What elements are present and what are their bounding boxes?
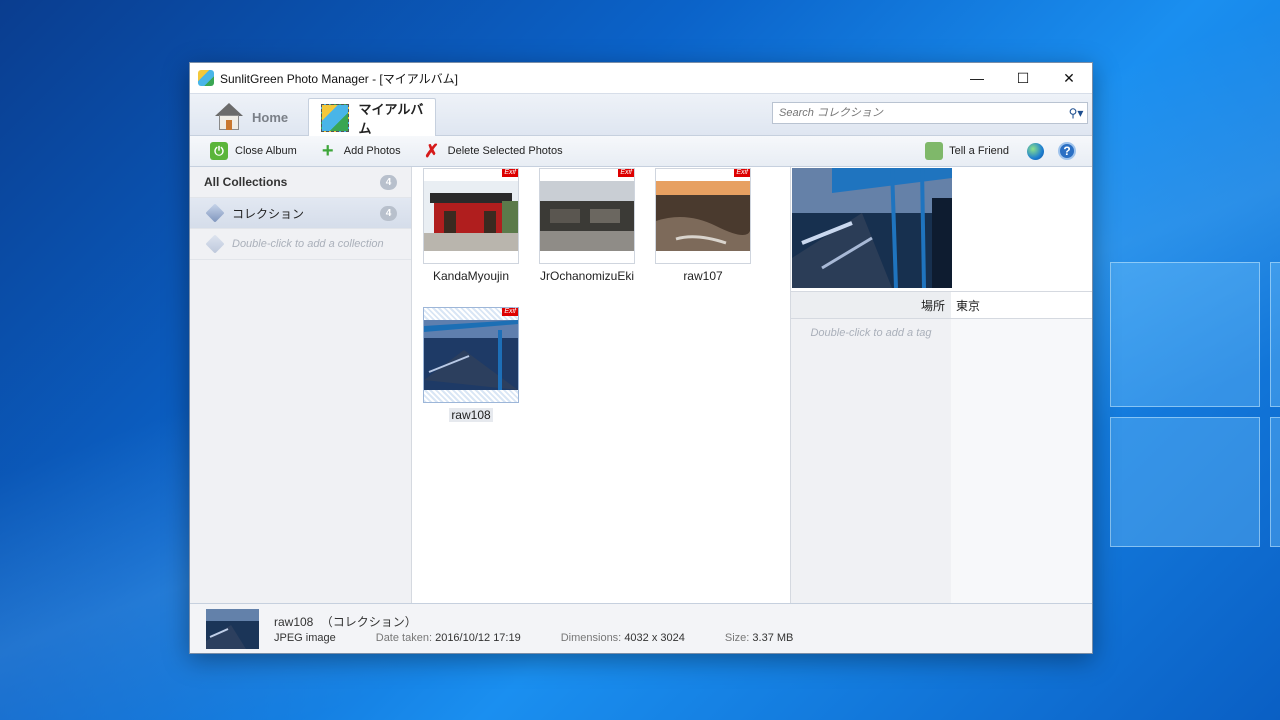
metadata-key: 場所 (920, 298, 945, 313)
photo-name: raw108 (449, 408, 493, 422)
status-name: raw108 (274, 615, 314, 629)
photo-name: KandaMyoujin (432, 269, 510, 283)
window-title: SunlitGreen Photo Manager - [マイアルバム] (220, 71, 458, 86)
date-taken-value: 2016/10/12 17:19 (435, 632, 521, 644)
collections-sidebar: All Collections 4 コレクション 4 Double-click … (190, 167, 412, 603)
status-thumbnail (206, 609, 259, 649)
thumbnail-frame: Exif (655, 168, 751, 264)
photo-grid: Exif KandaMyoujin Exif JrOchanomizuEki E… (412, 167, 790, 603)
collection-icon (205, 234, 225, 254)
search-box: ⚲▾ (772, 102, 1088, 124)
thumbnail-frame: Exif (539, 168, 635, 264)
exif-badge: Exif (734, 169, 750, 177)
status-details: JPEG image Date taken: 2016/10/12 17:19 … (274, 632, 833, 644)
date-taken-label: Date taken: (375, 632, 433, 644)
photo-thumbnail[interactable]: Exif KandaMyoujin (423, 168, 519, 283)
home-icon (214, 102, 244, 132)
close-album-button[interactable]: ⏻ Close Album (210, 142, 297, 160)
delete-selected-button[interactable]: ✗ Delete Selected Photos (423, 140, 563, 161)
photo-name: raw107 (683, 269, 723, 283)
file-type: JPEG image (274, 632, 336, 644)
photo-name-row: raw108 (423, 408, 519, 422)
tab-home-label: Home (252, 109, 289, 125)
sidebar-item-all-collections[interactable]: All Collections 4 (190, 167, 411, 198)
minimize-button[interactable]: — (954, 63, 1000, 93)
photo-image (656, 181, 750, 251)
search-icon[interactable]: ⚲▾ (1065, 106, 1087, 120)
photo-image (424, 181, 518, 251)
power-icon: ⏻ (210, 142, 228, 160)
tab-bar: Home マイアルバム ⚲▾ (190, 93, 1092, 136)
add-tag-hint: Double-click to add a tag (810, 327, 932, 339)
photo-preview (792, 168, 952, 288)
add-collection-hint: Double-click to add a collection (232, 238, 384, 250)
count-badge: 4 (380, 174, 397, 190)
metadata-value[interactable]: 東京 (951, 292, 1092, 318)
thumbnail-frame: Exif (423, 307, 519, 403)
all-collections-label: All Collections (204, 175, 288, 189)
tab-home[interactable]: Home (214, 98, 288, 136)
delete-selected-label: Delete Selected Photos (447, 145, 563, 157)
exif-badge: Exif (502, 308, 518, 316)
album-icon (321, 103, 349, 132)
globe-icon[interactable] (1027, 142, 1044, 160)
title-bar: SunlitGreen Photo Manager - [マイアルバム] — ☐… (190, 63, 1092, 93)
status-bar: raw108 （コレクション） JPEG image Date taken: 2… (190, 603, 1092, 653)
toolbar: ⏻ Close Album + Add Photos ✗ Delete Sele… (190, 135, 1092, 167)
plus-icon: + (321, 139, 334, 162)
photo-name: JrOchanomizuEki (539, 269, 635, 283)
app-window: SunlitGreen Photo Manager - [マイアルバム] — ☐… (189, 62, 1093, 654)
sidebar-item-collection[interactable]: コレクション 4 (190, 198, 411, 229)
photo-thumbnail-selected[interactable]: Exif raw108 (423, 307, 519, 422)
tab-my-album[interactable]: マイアルバム (308, 98, 436, 136)
add-photos-label: Add Photos (343, 145, 401, 157)
status-file-name: raw108 （コレクション） (274, 613, 417, 630)
size-label: Size: (724, 632, 750, 644)
tell-a-friend-button[interactable]: Tell a Friend (925, 142, 1009, 160)
add-collection-row[interactable]: Double-click to add a collection (190, 229, 411, 260)
tab-album-label: マイアルバム (358, 101, 424, 136)
dimensions-label: Dimensions: (560, 632, 622, 644)
help-icon[interactable]: ? (1058, 142, 1076, 160)
collection-label: コレクション (232, 206, 305, 221)
exif-badge: Exif (618, 169, 634, 177)
photo-thumbnail[interactable]: Exif JrOchanomizuEki (539, 168, 635, 283)
size-value: 3.37 MB (752, 632, 794, 644)
main-content: All Collections 4 コレクション 4 Double-click … (190, 167, 1092, 603)
add-photos-button[interactable]: + Add Photos (319, 139, 401, 162)
exif-badge: Exif (502, 169, 518, 177)
photo-thumbnail[interactable]: Exif raw107 (655, 168, 751, 283)
maximize-button[interactable]: ☐ (1000, 63, 1046, 93)
collection-icon (205, 203, 225, 223)
photo-image (424, 320, 518, 390)
delete-x-icon: ✗ (424, 140, 440, 161)
count-badge: 4 (380, 205, 397, 221)
app-icon (198, 70, 214, 86)
tag-value-area (951, 319, 1092, 603)
status-collection: （コレクション） (320, 615, 417, 629)
close-album-label: Close Album (235, 145, 297, 157)
metadata-row-location[interactable]: 場所 東京 (791, 291, 1092, 319)
photo-image (540, 181, 634, 251)
thumbnail-frame: Exif (423, 168, 519, 264)
search-input[interactable] (779, 107, 1065, 119)
detail-panel: 場所 東京 Double-click to add a tag (790, 167, 1092, 603)
tell-friend-label: Tell a Friend (949, 145, 1009, 157)
share-icon (925, 142, 944, 160)
dimensions-value: 4032 x 3024 (624, 632, 685, 644)
close-window-button[interactable]: ✕ (1046, 63, 1092, 93)
tag-area[interactable]: Double-click to add a tag (791, 319, 951, 603)
